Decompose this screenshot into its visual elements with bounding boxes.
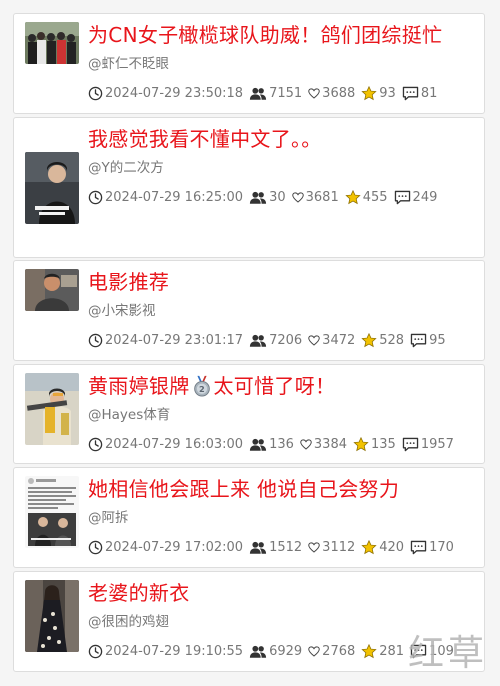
post-title[interactable]: 为CN女子橄榄球队助威！鸽们团综挺忙 bbox=[88, 21, 476, 49]
svg-text:2: 2 bbox=[198, 384, 204, 394]
comment-icon[interactable] bbox=[402, 86, 419, 101]
comment-icon[interactable] bbox=[410, 540, 427, 555]
comment-count: 249 bbox=[412, 189, 438, 205]
view-count: 30 bbox=[269, 189, 286, 205]
post-card[interactable]: 电影推荐 @小宋影视 2024-07-29 23:01:17 7206 3472… bbox=[13, 260, 485, 361]
view-count: 7206 bbox=[269, 332, 303, 348]
star-icon[interactable] bbox=[353, 436, 369, 452]
heart-icon[interactable] bbox=[308, 644, 320, 659]
post-author[interactable]: @Y的二次方 bbox=[88, 159, 164, 177]
post-time: 2024-07-29 17:02:00 bbox=[105, 539, 244, 555]
like-count: 2768 bbox=[322, 643, 356, 659]
like-count: 3112 bbox=[322, 539, 356, 555]
post-title-text: 黄雨婷银牌 bbox=[88, 374, 190, 398]
post-meta: 2024-07-29 19:10:55 6929 2768 281 109 bbox=[88, 642, 454, 660]
view-count: 7151 bbox=[269, 85, 303, 101]
favorite-count: 135 bbox=[371, 436, 396, 452]
users-icon bbox=[249, 333, 267, 348]
heart-icon[interactable] bbox=[300, 437, 312, 452]
star-icon[interactable] bbox=[361, 332, 377, 348]
post-author[interactable]: @Hayes体育 bbox=[88, 406, 170, 424]
watermark: 红草 bbox=[407, 633, 488, 674]
heart-icon[interactable] bbox=[308, 540, 320, 555]
users-icon bbox=[249, 86, 267, 101]
users-icon bbox=[249, 437, 267, 452]
clock-icon bbox=[88, 437, 103, 452]
star-icon[interactable] bbox=[361, 539, 377, 555]
comment-icon[interactable] bbox=[402, 437, 419, 452]
post-title-text: 太可惜了呀！ bbox=[213, 374, 336, 398]
post-time: 2024-07-29 16:25:00 bbox=[105, 189, 244, 205]
heart-icon[interactable] bbox=[308, 333, 320, 348]
like-count: 3688 bbox=[322, 85, 356, 101]
like-count: 3384 bbox=[313, 436, 347, 452]
favorite-count: 455 bbox=[362, 189, 388, 205]
post-title[interactable]: 电影推荐 bbox=[88, 268, 476, 296]
post-meta: 2024-07-29 23:50:18 7151 3688 93 81 bbox=[88, 84, 437, 102]
post-meta: 2024-07-29 16:03:00 136 3384 135 1957 bbox=[88, 435, 454, 453]
clock-icon bbox=[88, 86, 103, 101]
post-title[interactable]: 黄雨婷银牌 2 太可惜了呀！ bbox=[88, 372, 476, 400]
silver-medal-icon: 2 bbox=[191, 375, 213, 397]
post-thumbnail[interactable] bbox=[25, 22, 79, 64]
comment-count: 1957 bbox=[420, 436, 454, 452]
users-icon bbox=[249, 644, 267, 659]
post-thumbnail[interactable] bbox=[25, 152, 79, 224]
comment-count: 170 bbox=[429, 539, 454, 555]
post-thumbnail[interactable] bbox=[25, 580, 79, 652]
post-thumbnail[interactable] bbox=[25, 269, 79, 311]
clock-icon bbox=[88, 644, 103, 659]
star-icon[interactable] bbox=[361, 85, 377, 101]
post-time: 2024-07-29 23:01:17 bbox=[105, 332, 244, 348]
post-card[interactable]: 我感觉我看不懂中文了。。 @Y的二次方 2024-07-29 16:25:00 … bbox=[13, 117, 485, 258]
users-icon bbox=[249, 540, 267, 555]
post-time: 2024-07-29 23:50:18 bbox=[105, 85, 244, 101]
post-time: 2024-07-29 19:10:55 bbox=[105, 643, 244, 659]
post-meta: 2024-07-29 23:01:17 7206 3472 528 95 bbox=[88, 331, 446, 349]
post-thumbnail[interactable] bbox=[25, 373, 79, 445]
comment-count: 81 bbox=[420, 85, 438, 101]
favorite-count: 420 bbox=[379, 539, 405, 555]
post-author[interactable]: @虾仁不眨眼 bbox=[88, 55, 169, 73]
view-count: 6929 bbox=[269, 643, 303, 659]
star-icon[interactable] bbox=[361, 643, 377, 659]
post-card[interactable]: 为CN女子橄榄球队助威！鸽们团综挺忙 @虾仁不眨眼 2024-07-29 23:… bbox=[13, 13, 485, 114]
star-icon[interactable] bbox=[345, 189, 361, 205]
post-title[interactable]: 我感觉我看不懂中文了。。 bbox=[88, 125, 476, 153]
post-author[interactable]: @很困的鸡翅 bbox=[88, 613, 169, 631]
post-author[interactable]: @小宋影视 bbox=[88, 302, 156, 320]
favorite-count: 528 bbox=[379, 332, 405, 348]
comment-icon[interactable] bbox=[410, 333, 427, 348]
post-feed: 为CN女子橄榄球队助威！鸽们团综挺忙 @虾仁不眨眼 2024-07-29 23:… bbox=[0, 0, 500, 686]
heart-icon[interactable] bbox=[291, 190, 304, 205]
clock-icon bbox=[88, 190, 103, 205]
comment-icon[interactable] bbox=[394, 190, 411, 205]
view-count: 1512 bbox=[269, 539, 303, 555]
heart-icon[interactable] bbox=[308, 86, 320, 101]
post-card[interactable]: 她相信他会跟上来 他说自己会努力 @阿拆 2024-07-29 17:02:00… bbox=[13, 467, 485, 568]
post-thumbnail[interactable] bbox=[25, 476, 79, 548]
favorite-count: 281 bbox=[379, 643, 405, 659]
favorite-count: 93 bbox=[379, 85, 396, 101]
post-meta: 2024-07-29 17:02:00 1512 3112 420 170 bbox=[88, 538, 454, 556]
like-count: 3472 bbox=[322, 332, 356, 348]
clock-icon bbox=[88, 540, 103, 555]
post-title[interactable]: 老婆的新衣 bbox=[88, 579, 476, 607]
post-card[interactable]: 黄雨婷银牌 2 太可惜了呀！ @Hayes体育 2024-07-29 16:03:0… bbox=[13, 364, 485, 464]
view-count: 136 bbox=[269, 436, 294, 452]
post-author[interactable]: @阿拆 bbox=[88, 509, 129, 527]
like-count: 3681 bbox=[305, 189, 339, 205]
post-title[interactable]: 她相信他会跟上来 他说自己会努力 bbox=[88, 475, 476, 503]
post-time: 2024-07-29 16:03:00 bbox=[105, 436, 244, 452]
comment-count: 95 bbox=[429, 332, 446, 348]
post-meta: 2024-07-29 16:25:00 30 3681 455 249 bbox=[88, 188, 437, 206]
users-icon bbox=[249, 190, 267, 205]
clock-icon bbox=[88, 333, 103, 348]
